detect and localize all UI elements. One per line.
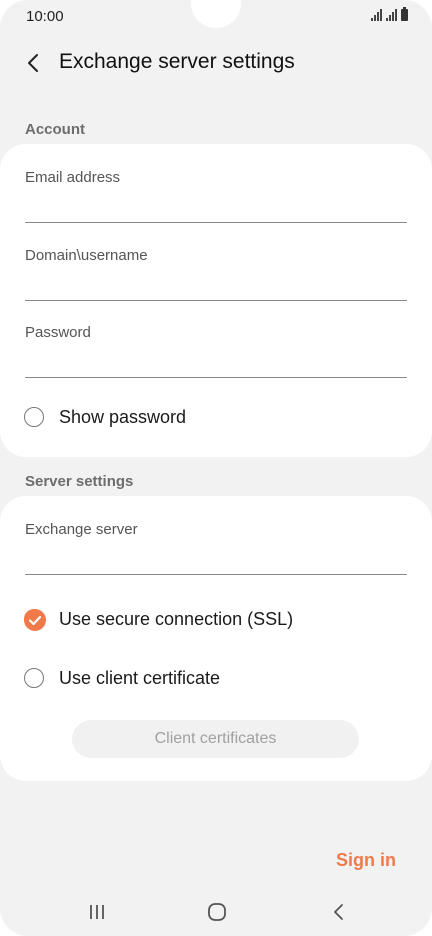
ssl-row[interactable]: Use secure connection (SSL) [24, 605, 293, 633]
status-bar: 10:00 [0, 0, 432, 34]
show-password-checkbox[interactable] [24, 407, 44, 427]
signal-icon [371, 9, 382, 21]
exchange-server-underline [25, 574, 407, 575]
email-input[interactable] [25, 191, 407, 221]
page-title: Exchange server settings [59, 50, 295, 73]
navigation-bar [0, 896, 432, 928]
status-icons [371, 7, 408, 21]
ssl-checkbox[interactable] [24, 609, 46, 631]
checkmark-icon [24, 609, 46, 631]
password-label: Password [25, 324, 91, 341]
battery-icon [401, 7, 408, 21]
email-underline [25, 222, 407, 223]
show-password-row[interactable]: Show password [24, 403, 186, 431]
password-underline [25, 377, 407, 378]
screen: 10:00 Exchange server settings Account E… [0, 0, 432, 936]
password-input[interactable] [25, 346, 407, 376]
show-password-label: Show password [59, 406, 187, 427]
client-cert-row[interactable]: Use client certificate [24, 664, 220, 692]
username-field: Domain\username [25, 247, 407, 307]
username-input[interactable] [25, 269, 407, 299]
exchange-server-field: Exchange server [25, 521, 407, 581]
client-certificates-button[interactable]: Client certificates [72, 720, 359, 758]
camera-notch [191, 0, 241, 28]
chevron-left-icon[interactable] [20, 50, 46, 76]
ssl-label: Use secure connection (SSL) [59, 608, 294, 629]
sign-in-button[interactable]: Sign in [336, 850, 396, 871]
server-section-label: Server settings [25, 473, 134, 490]
status-time: 10:00 [26, 8, 64, 25]
exchange-server-label: Exchange server [25, 521, 138, 538]
signal-icon [386, 9, 397, 21]
email-label: Email address [25, 169, 121, 186]
header: Exchange server settings [0, 40, 432, 88]
username-label: Domain\username [25, 247, 148, 264]
home-icon[interactable] [203, 900, 231, 924]
account-section-label: Account [25, 121, 85, 138]
password-field: Password [25, 324, 407, 384]
client-cert-checkbox[interactable] [24, 668, 44, 688]
client-cert-label: Use client certificate [59, 667, 221, 688]
nav-back-icon[interactable] [325, 900, 353, 924]
username-underline [25, 300, 407, 301]
exchange-server-input[interactable] [25, 543, 407, 573]
recent-apps-icon[interactable] [83, 900, 111, 924]
email-field: Email address [25, 169, 407, 229]
